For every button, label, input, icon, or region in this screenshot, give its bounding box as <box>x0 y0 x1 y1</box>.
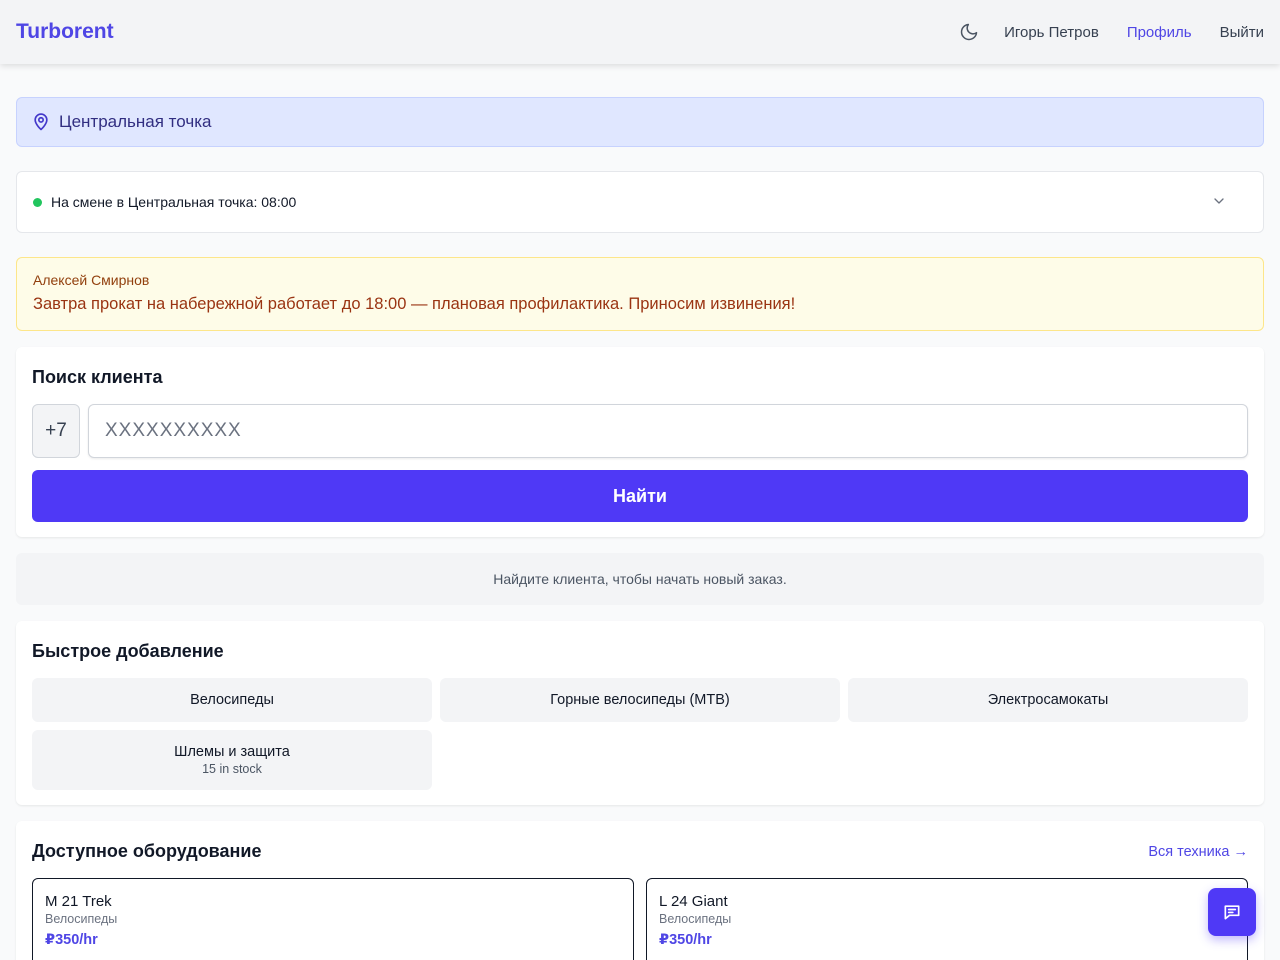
location-name: Центральная точка <box>59 112 212 131</box>
equipment-item[interactable]: M 21 Trek Велосипеды ₽350/hr <box>32 878 634 960</box>
main-content: Центральная точка На смене в Центральная… <box>16 97 1264 960</box>
quick-add-grid: Велосипеды Горные велосипеды (MTB) Элект… <box>32 678 1248 790</box>
phone-input-row: +7 <box>32 404 1248 458</box>
quick-add-mtb-button[interactable]: Горные велосипеды (MTB) <box>440 678 840 722</box>
logout-link[interactable]: Выйти <box>1220 24 1264 41</box>
equipment-price: ₽350/hr <box>45 932 98 948</box>
chat-button[interactable] <box>1208 888 1256 936</box>
profile-link[interactable]: Профиль <box>1127 24 1192 41</box>
notice-message: Завтра прокат на набережной работает до … <box>33 295 796 313</box>
customer-search-card: Поиск клиента +7 Найти <box>16 347 1264 537</box>
quick-add-label: Горные велосипеды (MTB) <box>550 692 730 708</box>
quick-add-scooters-button[interactable]: Электросамокаты <box>848 678 1248 722</box>
equipment-name: L 24 Giant <box>659 893 728 910</box>
equipment-category: Велосипеды <box>45 912 118 926</box>
map-pin-icon <box>31 112 51 132</box>
phone-country-prefix: +7 <box>32 404 80 458</box>
online-status-dot <box>33 197 42 207</box>
notice-author: Алексей Смирнов <box>33 272 150 288</box>
all-equipment-link[interactable]: Вся техника → <box>1148 844 1248 860</box>
quick-add-bikes-button[interactable]: Велосипеды <box>32 678 432 722</box>
equipment-price: ₽350/hr <box>659 932 712 948</box>
location-banner: Центральная точка <box>16 97 1264 147</box>
shift-status-panel[interactable]: На смене в Центральная точка: 08:00 <box>16 171 1264 233</box>
equipment-grid: M 21 Trek Велосипеды ₽350/hr L 24 Giant … <box>32 878 1248 960</box>
top-nav: Игорь Петров Профиль Выйти <box>958 0 1264 64</box>
chevron-down-icon[interactable] <box>1211 193 1229 211</box>
equipment-name: M 21 Trek <box>45 893 112 910</box>
empty-state-hint: Найдите клиента, чтобы начать новый зака… <box>16 553 1264 605</box>
quick-add-label: Шлемы и защита <box>174 744 290 760</box>
chat-icon <box>1222 902 1242 922</box>
shift-status-text: На смене в Центральная точка: 08:00 <box>51 194 297 210</box>
available-equipment-card: Доступное оборудование Вся техника → M 2… <box>16 821 1264 960</box>
quick-add-label: Велосипеды <box>190 692 274 708</box>
brand-logo[interactable]: Turborent <box>16 20 114 44</box>
quick-add-card: Быстрое добавление Велосипеды Горные вел… <box>16 621 1264 805</box>
phone-input[interactable] <box>88 404 1248 458</box>
customer-search-title: Поиск клиента <box>32 367 163 387</box>
equipment-item[interactable]: L 24 Giant Велосипеды ₽350/hr <box>646 878 1248 960</box>
moon-icon[interactable] <box>958 21 980 43</box>
quick-add-title: Быстрое добавление <box>32 641 224 661</box>
equipment-category: Велосипеды <box>659 912 732 926</box>
find-customer-button[interactable]: Найти <box>32 470 1248 522</box>
stock-count: 15 in stock <box>202 762 262 776</box>
quick-add-label: Электросамокаты <box>987 692 1109 708</box>
user-name-link[interactable]: Игорь Петров <box>1004 24 1099 41</box>
announcement-notice: Алексей Смирнов Завтра прокат на набереж… <box>16 257 1264 331</box>
quick-add-helmets-button[interactable]: Шлемы и защита 15 in stock <box>32 730 432 790</box>
top-header: Turborent Игорь Петров Профиль Выйти <box>0 0 1280 64</box>
available-equipment-title: Доступное оборудование <box>32 841 262 861</box>
